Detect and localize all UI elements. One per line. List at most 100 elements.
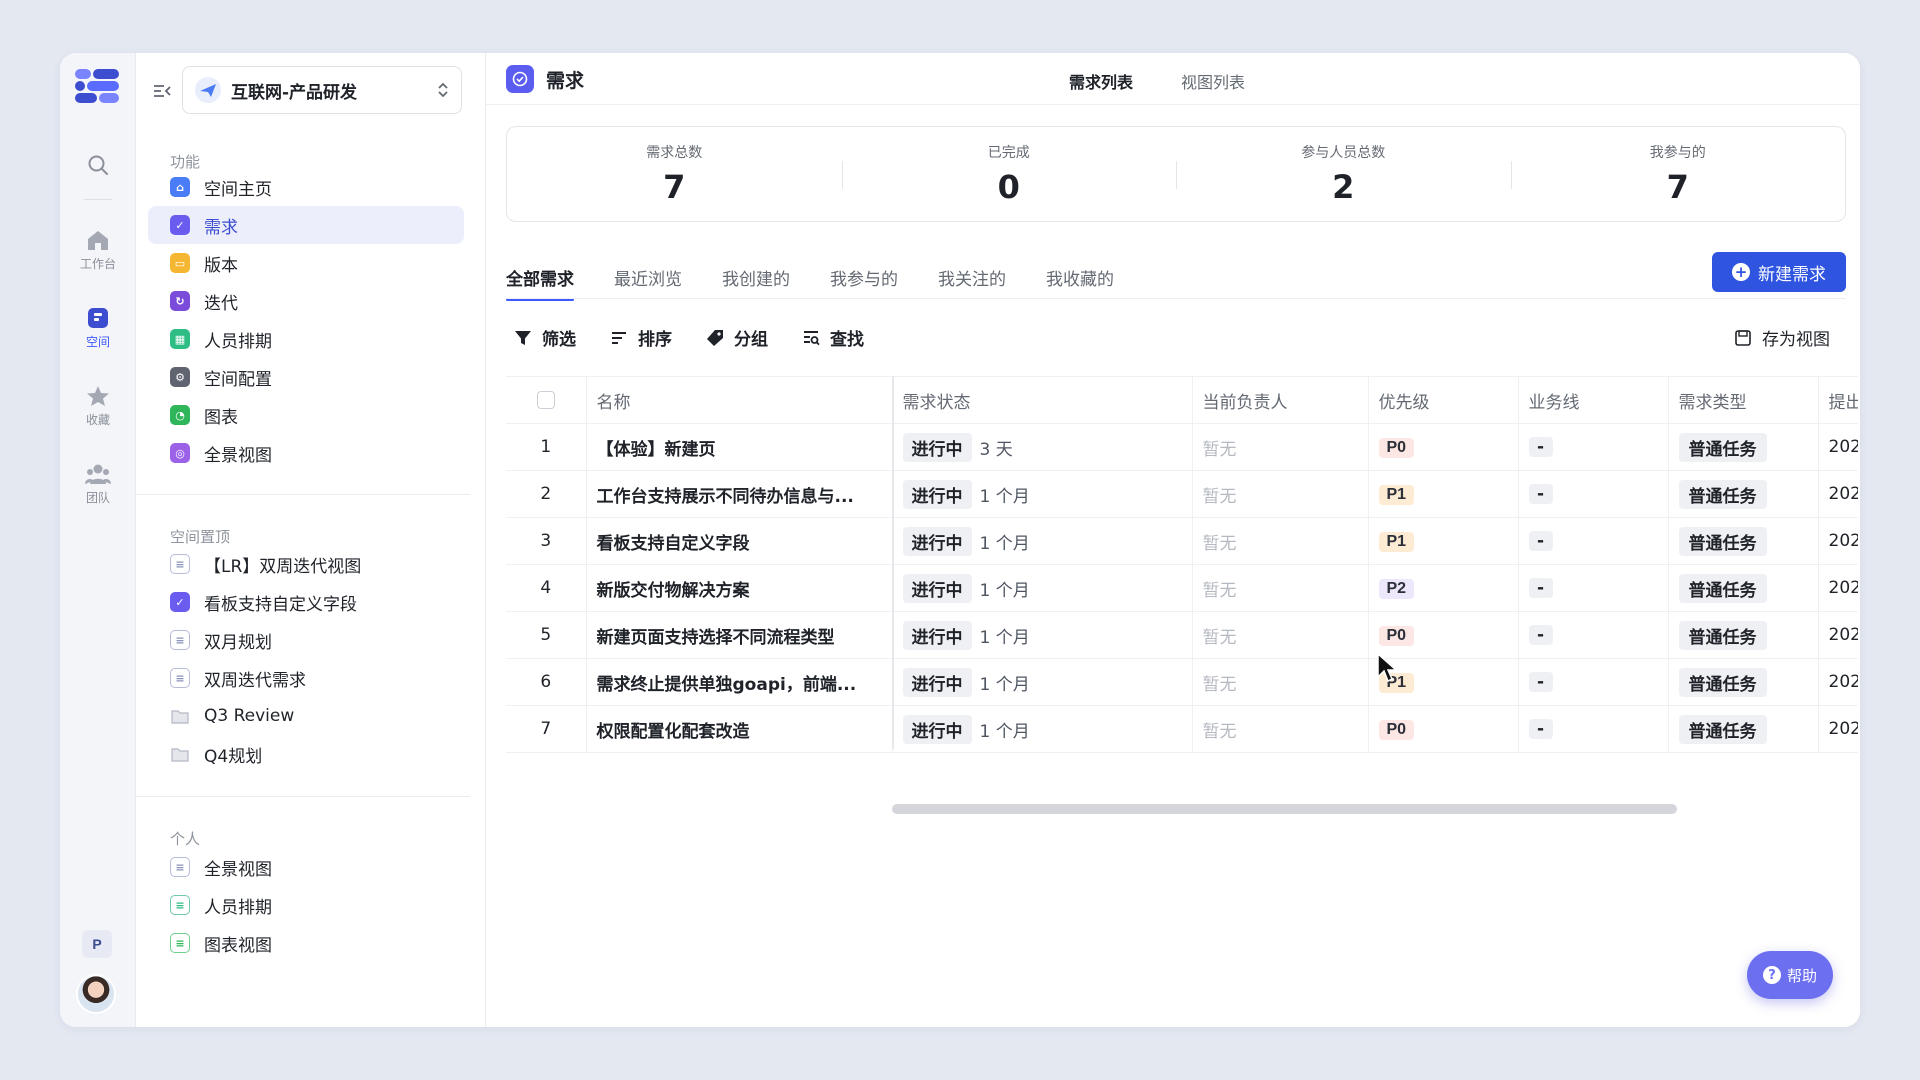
- column-header-owner[interactable]: 当前负责人: [1192, 376, 1369, 424]
- sidebar-item-iterations[interactable]: ↻ 迭代: [148, 282, 464, 320]
- avatar[interactable]: [76, 974, 116, 1014]
- tab-created[interactable]: 我创建的: [722, 253, 790, 299]
- status-badge[interactable]: 进行中: [902, 620, 972, 650]
- type-cell[interactable]: 普通任务: [1668, 564, 1819, 612]
- select-all-cell[interactable]: [506, 376, 587, 424]
- tab-favorited[interactable]: 我收藏的: [1046, 253, 1114, 299]
- requirement-name[interactable]: 新版交付物解决方案: [586, 564, 893, 612]
- type-cell[interactable]: 普通任务: [1668, 611, 1819, 659]
- business-line-cell[interactable]: -: [1518, 658, 1669, 706]
- type-cell[interactable]: 普通任务: [1668, 658, 1819, 706]
- column-header-type[interactable]: 需求类型: [1668, 376, 1819, 424]
- priority-cell[interactable]: P0: [1368, 611, 1519, 659]
- table-row[interactable]: 7权限配置化配套改造进行中 1 个月 暂无 P0 - 普通任务 2023: [506, 705, 1858, 753]
- sidebar-item-charts[interactable]: ◔ 图表: [148, 396, 464, 434]
- business-line-cell[interactable]: -: [1518, 470, 1669, 518]
- rail-item-favorites[interactable]: 收藏: [60, 385, 136, 428]
- owner-cell[interactable]: 暂无: [1192, 423, 1369, 471]
- search-icon[interactable]: [82, 149, 114, 181]
- workspace-switcher[interactable]: 互联网-产品研发: [182, 66, 462, 114]
- group-button[interactable]: 分组: [706, 325, 768, 350]
- table-row[interactable]: 5新建页面支持选择不同流程类型进行中 1 个月 暂无 P0 - 普通任务 2023: [506, 611, 1858, 659]
- horizontal-scrollbar[interactable]: [892, 804, 1677, 814]
- select-all-checkbox[interactable]: [536, 391, 555, 409]
- table-row[interactable]: 3看板支持自定义字段进行中 1 个月 暂无 P1 - 普通任务 2023: [506, 517, 1858, 565]
- personal-space-badge[interactable]: P: [82, 930, 112, 958]
- business-line-cell[interactable]: -: [1518, 705, 1669, 753]
- sidebar-item-space-home[interactable]: ⌂ 空间主页: [148, 168, 464, 206]
- owner-cell[interactable]: 暂无: [1192, 658, 1369, 706]
- type-cell[interactable]: 普通任务: [1668, 705, 1819, 753]
- owner-cell[interactable]: 暂无: [1192, 470, 1369, 518]
- rail-item-team[interactable]: 团队: [60, 463, 136, 506]
- column-divider[interactable]: [892, 376, 894, 749]
- requirement-name[interactable]: 看板支持自定义字段: [586, 517, 893, 565]
- status-cell[interactable]: 进行中 1 个月: [892, 564, 1193, 612]
- owner-cell[interactable]: 暂无: [1192, 564, 1369, 612]
- type-cell[interactable]: 普通任务: [1668, 517, 1819, 565]
- type-cell[interactable]: 普通任务: [1668, 423, 1819, 471]
- sort-button[interactable]: 排序: [610, 325, 672, 350]
- status-cell[interactable]: 进行中 1 个月: [892, 470, 1193, 518]
- priority-cell[interactable]: P2: [1368, 564, 1519, 612]
- requirement-name[interactable]: 【体验】新建页: [586, 423, 893, 471]
- sidebar-item-personal[interactable]: ≡ 全景视图: [148, 848, 464, 886]
- table-row[interactable]: 6需求终止提供单独goapi，前端...进行中1 个月暂无P1-普通任务2023: [506, 658, 1858, 706]
- business-line-cell[interactable]: -: [1518, 564, 1669, 612]
- find-button[interactable]: 查找: [802, 325, 864, 350]
- collapse-sidebar-icon[interactable]: [152, 81, 172, 101]
- owner-cell[interactable]: 暂无: [1192, 705, 1369, 753]
- sidebar-item-pinned[interactable]: Q4规划: [148, 735, 464, 773]
- priority-cell[interactable]: P1: [1368, 470, 1519, 518]
- owner-cell[interactable]: 暂无: [1192, 517, 1369, 565]
- rail-item-workbench[interactable]: 工作台: [60, 229, 136, 272]
- priority-cell[interactable]: P1: [1368, 517, 1519, 565]
- priority-cell[interactable]: P0: [1368, 423, 1519, 471]
- status-cell[interactable]: 进行中 1 个月: [892, 705, 1193, 753]
- business-line-cell[interactable]: -: [1518, 611, 1669, 659]
- sidebar-item-space-config[interactable]: ⚙ 空间配置: [148, 358, 464, 396]
- sidebar-item-pinned[interactable]: Q3 Review: [148, 697, 464, 735]
- help-button[interactable]: ? 帮助: [1747, 951, 1833, 999]
- business-line-cell[interactable]: -: [1518, 517, 1669, 565]
- status-badge[interactable]: 进行中: [902, 714, 972, 744]
- status-cell[interactable]: 进行中 1 个月: [892, 517, 1193, 565]
- business-line-cell[interactable]: -: [1518, 423, 1669, 471]
- requirement-name[interactable]: 工作台支持展示不同待办信息与...: [586, 470, 893, 518]
- tab-requirement-list[interactable]: 需求列表: [1069, 69, 1133, 93]
- status-badge[interactable]: 进行中: [902, 667, 972, 697]
- table-row[interactable]: 4新版交付物解决方案进行中 1 个月 暂无 P2 - 普通任务 2023: [506, 564, 1858, 612]
- sidebar-item-panorama[interactable]: ◎ 全景视图: [148, 434, 464, 472]
- sidebar-item-staff-schedule[interactable]: ▦ 人员排期: [148, 320, 464, 358]
- sidebar-item-requirements[interactable]: ✓ 需求: [148, 206, 464, 244]
- status-badge[interactable]: 进行中: [902, 432, 972, 462]
- type-cell[interactable]: 普通任务: [1668, 470, 1819, 518]
- status-cell[interactable]: 进行中 3 天: [892, 423, 1193, 471]
- column-header-business-line[interactable]: 业务线: [1518, 376, 1669, 424]
- sidebar-item-pinned[interactable]: ≡ 【LR】双周迭代视图: [148, 545, 464, 583]
- requirement-name[interactable]: 需求终止提供单独goapi，前端...: [586, 658, 893, 706]
- tab-all[interactable]: 全部需求: [506, 253, 574, 301]
- new-requirement-button[interactable]: + 新建需求: [1712, 252, 1846, 292]
- tab-participated[interactable]: 我参与的: [830, 253, 898, 299]
- column-header-name[interactable]: 名称: [586, 376, 893, 424]
- table-row[interactable]: 1【体验】新建页进行中 3 天 暂无 P0 - 普通任务 2023: [506, 423, 1858, 471]
- table-row[interactable]: 2工作台支持展示不同待办信息与... 进行中 1 个月 暂无 P1 - 普通任务 2023: [506, 470, 1858, 518]
- sidebar-item-pinned[interactable]: ≡ 双月规划: [148, 621, 464, 659]
- status-badge[interactable]: 进行中: [902, 573, 972, 603]
- requirement-name[interactable]: 权限配置化配套改造: [586, 705, 893, 753]
- requirement-name[interactable]: 新建页面支持选择不同流程类型: [586, 611, 893, 659]
- save-view-button[interactable]: 存为视图: [1734, 325, 1830, 350]
- column-header-status[interactable]: 需求状态: [892, 376, 1193, 424]
- tab-recent[interactable]: 最近浏览: [614, 253, 682, 299]
- column-header-priority[interactable]: 优先级: [1368, 376, 1519, 424]
- sidebar-item-versions[interactable]: ▭ 版本: [148, 244, 464, 282]
- sidebar-item-personal[interactable]: ≡ 人员排期: [148, 886, 464, 924]
- status-badge[interactable]: 进行中: [902, 526, 972, 556]
- priority-cell[interactable]: P0: [1368, 705, 1519, 753]
- filter-button[interactable]: 筛选: [514, 325, 576, 350]
- owner-cell[interactable]: 暂无: [1192, 611, 1369, 659]
- status-badge[interactable]: 进行中: [902, 479, 972, 509]
- rail-item-space[interactable]: 空间: [60, 307, 136, 350]
- sidebar-item-pinned[interactable]: ≡ 双周迭代需求: [148, 659, 464, 697]
